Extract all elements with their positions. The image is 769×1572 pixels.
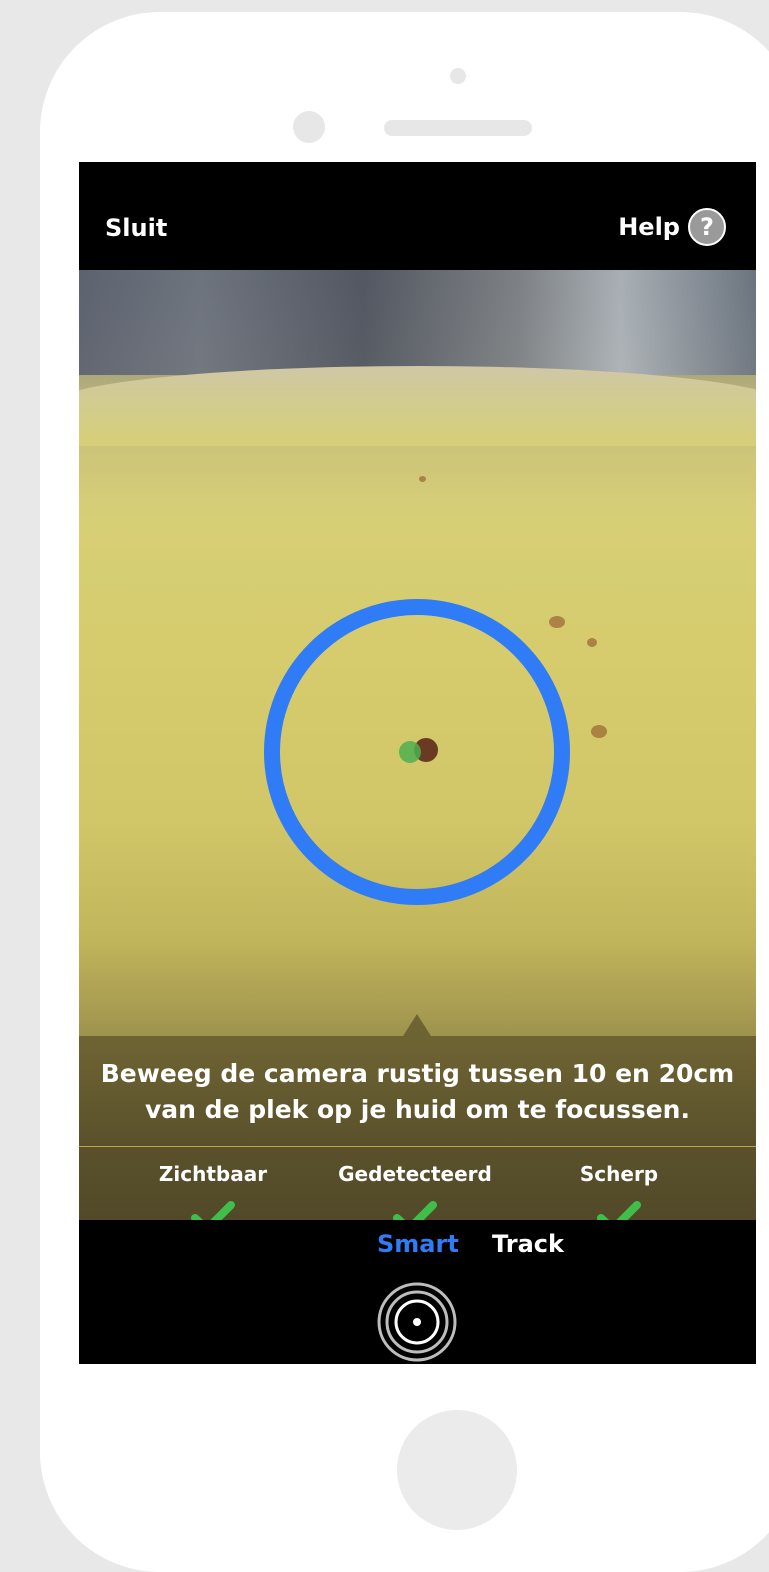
shutter-button[interactable] xyxy=(375,1280,459,1364)
close-button[interactable]: Sluit xyxy=(105,214,167,242)
proximity-sensor xyxy=(450,68,466,84)
instruction-text: Beweeg de camera rustig tussen 10 en 20c… xyxy=(100,1059,735,1124)
top-bar: Sluit Help ? xyxy=(79,162,756,270)
target-dot xyxy=(399,741,421,763)
check-sharp: Scherp xyxy=(519,1162,719,1220)
earpiece-speaker xyxy=(384,120,532,136)
check-label: Zichtbaar xyxy=(158,1162,268,1186)
help-button[interactable]: Help ? xyxy=(618,208,726,246)
check-detected: Gedetecteerd xyxy=(315,1162,515,1220)
home-button[interactable] xyxy=(397,1410,517,1530)
help-label: Help xyxy=(618,213,680,241)
check-icon xyxy=(191,1201,235,1220)
divider xyxy=(79,1146,756,1147)
check-icon xyxy=(597,1201,641,1220)
mode-tab-smart[interactable]: Smart xyxy=(377,1230,459,1258)
camera-viewfinder[interactable]: Beweeg de camera rustig tussen 10 en 20c… xyxy=(79,270,756,1220)
check-label: Gedetecteerd xyxy=(338,1162,492,1186)
panel-pointer xyxy=(403,1014,431,1036)
instruction-panel: Beweeg de camera rustig tussen 10 en 20c… xyxy=(79,1014,756,1220)
front-camera xyxy=(293,111,325,143)
check-label: Scherp xyxy=(579,1162,659,1186)
app-screen: Sluit Help ? Beweeg de camera rustig tus… xyxy=(79,162,756,1364)
mode-tab-track[interactable]: Track xyxy=(492,1230,564,1258)
check-visible: Zichtbaar xyxy=(113,1162,313,1220)
bottom-bar: Smart Track xyxy=(79,1220,756,1364)
help-icon: ? xyxy=(688,208,726,246)
check-icon xyxy=(393,1201,437,1220)
